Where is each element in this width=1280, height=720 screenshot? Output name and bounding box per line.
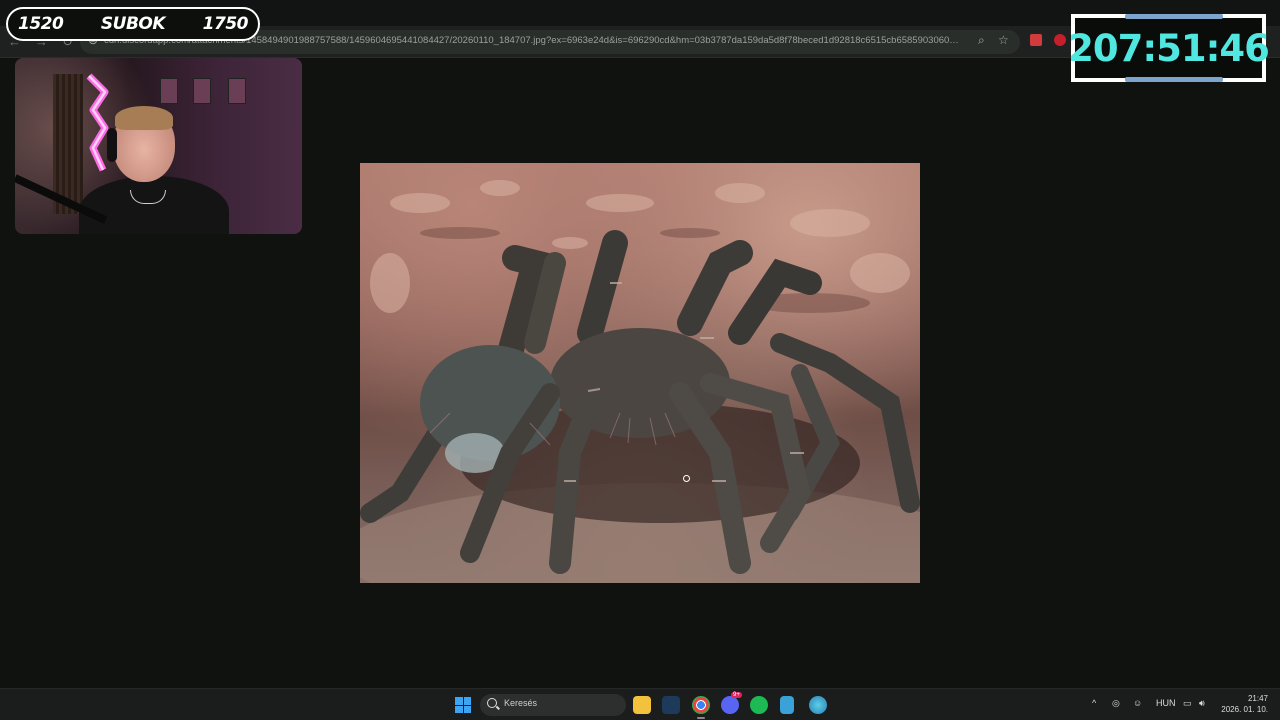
- clock-date: 2026. 01. 10.: [1221, 705, 1268, 714]
- file-explorer-icon[interactable]: [633, 696, 651, 714]
- wall-poster: [160, 78, 178, 104]
- neon-light: [86, 73, 109, 172]
- person-body: [79, 176, 229, 234]
- tray-discord-icon[interactable]: ☺: [1133, 698, 1142, 708]
- language-indicator[interactable]: HUN: [1156, 698, 1176, 708]
- spotify-icon[interactable]: [750, 696, 768, 714]
- extension-icon[interactable]: [1030, 34, 1042, 46]
- tarantula-photo: [360, 163, 920, 583]
- bookmark-star-icon[interactable]: ☆: [998, 33, 1009, 47]
- search-placeholder: Keresés: [504, 698, 538, 708]
- tray-app-icon[interactable]: ◎: [1112, 698, 1120, 709]
- globe-app-icon[interactable]: [809, 696, 827, 714]
- subathon-timer: 207:51:46: [1068, 14, 1270, 82]
- notepad-icon[interactable]: [780, 696, 794, 714]
- discord-badge: 9+: [731, 692, 742, 698]
- taskbar-clock[interactable]: 21:47 2026. 01. 10.: [1216, 693, 1268, 715]
- timer-text: 207:51:46: [1068, 26, 1270, 70]
- wall-poster: [228, 78, 246, 104]
- network-icon[interactable]: ▭: [1183, 698, 1192, 709]
- extension-icon[interactable]: [1054, 34, 1066, 46]
- counter-goal: 1750: [202, 14, 249, 34]
- taskbar-search[interactable]: Keresés: [480, 694, 626, 716]
- clock-time: 21:47: [1247, 694, 1268, 703]
- mouse-cursor: [683, 475, 690, 482]
- wall-poster: [193, 78, 211, 104]
- extensions-area: [1030, 34, 1066, 46]
- tray-overflow-icon[interactable]: ^: [1092, 698, 1096, 708]
- windows-taskbar: Keresés 9+ ^ ◎ ☺ HUN ▭ 🔊︎ 21:47 2026. 01…: [0, 688, 1280, 720]
- windows-start-icon[interactable]: [455, 697, 471, 713]
- counter-label: SUBOK: [100, 14, 166, 34]
- tarantula-illustration: [360, 180, 920, 583]
- zoom-icon[interactable]: ⌕: [978, 33, 985, 48]
- webcam-overlay: [15, 58, 302, 234]
- chrome-icon[interactable]: [692, 696, 710, 714]
- counter-current: 1520: [18, 14, 64, 34]
- headset: [107, 128, 117, 162]
- steam-icon[interactable]: [662, 696, 680, 714]
- search-icon: [487, 698, 497, 708]
- discord-icon[interactable]: [721, 696, 739, 714]
- sub-goal-counter: 1520 SUBOK 1750: [6, 7, 260, 41]
- volume-icon[interactable]: 🔊︎: [1199, 698, 1205, 709]
